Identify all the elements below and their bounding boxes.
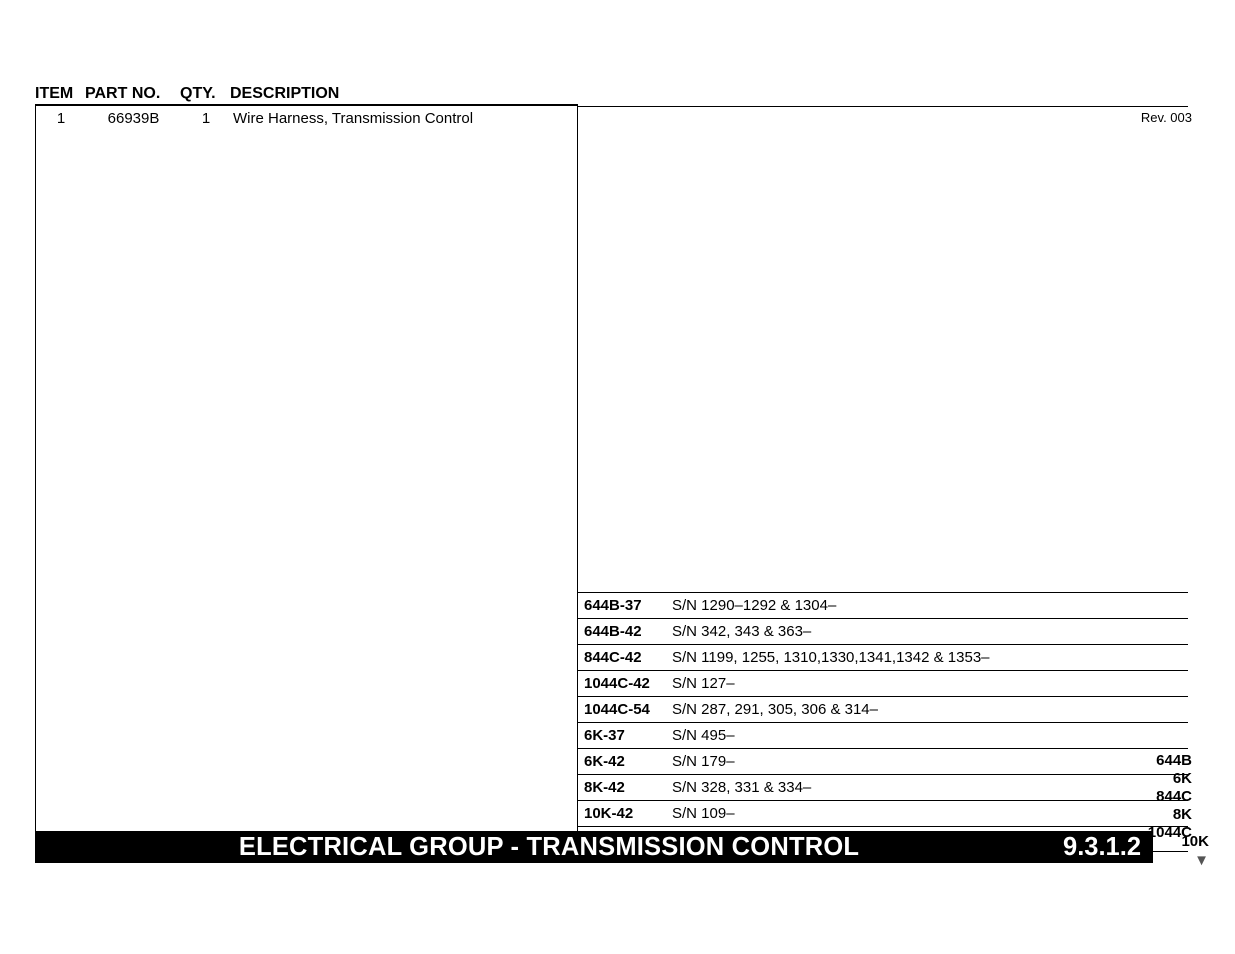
applic-model: 8K-42 <box>584 779 672 796</box>
cell-item: 1 <box>36 110 86 127</box>
applic-model: 1044C-54 <box>584 701 672 718</box>
applic-model: 1044C-42 <box>584 675 672 692</box>
title-section: 9.3.1.2 <box>1063 833 1141 862</box>
table-row: 1 66939B 1 Wire Harness, Transmission Co… <box>36 106 577 127</box>
applic-model: 10K-42 <box>584 805 672 822</box>
applic-model: 844C-42 <box>584 649 672 666</box>
rule <box>578 106 1188 107</box>
list-item: 644B-37 S/N 1290–1292 & 1304– <box>578 592 1188 618</box>
right-panel: Rev. 003 644B-37 S/N 1290–1292 & 1304– 6… <box>578 106 1188 852</box>
list-item: 1044C-42 S/N 127– <box>578 670 1188 696</box>
arrow-down-icon: ▼ <box>1194 852 1209 869</box>
applic-sn: S/N 342, 343 & 363– <box>672 623 1188 640</box>
col-header-qty: QTY. <box>180 85 230 103</box>
footer-right: 10K ▼ <box>1181 833 1209 869</box>
applic-sn: S/N 328, 331 & 334– <box>672 779 1188 796</box>
col-header-partno: PART NO. <box>85 85 180 103</box>
list-item: 1044C-54 S/N 287, 291, 305, 306 & 314– <box>578 696 1188 722</box>
list-item: 10K-42 S/N 109– <box>578 800 1188 826</box>
applic-model: 644B-37 <box>584 597 672 614</box>
model-label: 6K <box>1148 770 1192 788</box>
list-item: 844C-42 S/N 1199, 1255, 1310,1330,1341,1… <box>578 644 1188 670</box>
col-header-description: DESCRIPTION <box>230 85 578 103</box>
content-area: 1 66939B 1 Wire Harness, Transmission Co… <box>35 106 1209 852</box>
applic-sn: S/N 287, 291, 305, 306 & 314– <box>672 701 1188 718</box>
list-item: 6K-42 S/N 179– <box>578 748 1188 774</box>
col-header-item: ITEM <box>35 85 85 103</box>
model-label: 8K <box>1148 806 1192 824</box>
applic-sn: S/N 1199, 1255, 1310,1330,1341,1342 & 13… <box>672 649 1188 666</box>
footer-model: 10K <box>1181 833 1209 850</box>
applic-model: 644B-42 <box>584 623 672 640</box>
cell-partno: 66939B <box>86 110 181 127</box>
applic-sn: S/N 1290–1292 & 1304– <box>672 597 1188 614</box>
applicability-table: 644B-37 S/N 1290–1292 & 1304– 644B-42 S/… <box>578 592 1188 852</box>
applic-sn: S/N 109– <box>672 805 1188 822</box>
page: ITEM PART NO. QTY. DESCRIPTION 1 66939B … <box>0 0 1235 954</box>
table-header: ITEM PART NO. QTY. DESCRIPTION <box>35 85 578 106</box>
title-bar: ELECTRICAL GROUP - TRANSMISSION CONTROL … <box>35 831 1153 863</box>
model-list-right: 644B 6K 844C 8K 1044C <box>1148 752 1192 842</box>
list-item: 8K-42 S/N 328, 331 & 334– <box>578 774 1188 800</box>
applic-sn: S/N 495– <box>672 727 1188 744</box>
model-label: 644B <box>1148 752 1192 770</box>
model-label: 844C <box>1148 788 1192 806</box>
applic-sn: S/N 127– <box>672 675 1188 692</box>
list-item: 644B-42 S/N 342, 343 & 363– <box>578 618 1188 644</box>
revision-label: Rev. 003 <box>1141 110 1192 125</box>
title-main: ELECTRICAL GROUP - TRANSMISSION CONTROL <box>35 833 1063 862</box>
cell-description: Wire Harness, Transmission Control <box>231 110 577 127</box>
applic-model: 6K-37 <box>584 727 672 744</box>
applic-sn: S/N 179– <box>672 753 1188 770</box>
list-item: 6K-37 S/N 495– <box>578 722 1188 748</box>
applic-model: 6K-42 <box>584 753 672 770</box>
cell-qty: 1 <box>181 110 231 127</box>
parts-list-box: 1 66939B 1 Wire Harness, Transmission Co… <box>35 106 578 852</box>
